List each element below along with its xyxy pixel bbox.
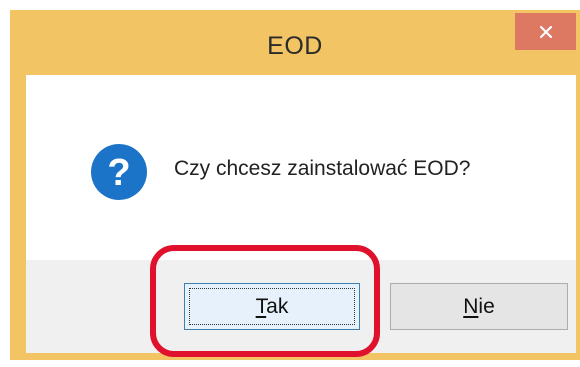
no-button[interactable]: Nie [390, 283, 568, 330]
svg-text:?: ? [107, 152, 130, 194]
yes-label-rest: ak [266, 294, 289, 318]
close-icon [539, 25, 552, 38]
no-label-rest: ie [478, 294, 495, 318]
title-bar[interactable]: EOD [10, 10, 580, 70]
no-accelerator-key: N [463, 294, 479, 318]
screenshot-canvas: EOD ? Czy chcesz zainstalować EOD? Tak N… [0, 0, 580, 367]
close-button[interactable] [515, 13, 576, 50]
message-area: ? Czy chcesz zainstalować EOD? [26, 75, 576, 260]
dialog-message: Czy chcesz zainstalować EOD? [174, 157, 471, 180]
yes-button[interactable]: Tak [184, 283, 360, 330]
window-title: EOD [267, 32, 323, 60]
dialog-body: ? Czy chcesz zainstalować EOD? Tak Nie [26, 75, 576, 353]
no-button-label: Nie [463, 295, 495, 319]
question-icon: ? [91, 144, 147, 200]
button-bar: Tak Nie [26, 260, 576, 353]
yes-button-label: Tak [256, 295, 289, 319]
message-dialog: EOD ? Czy chcesz zainstalować EOD? Tak N… [10, 10, 580, 360]
yes-accelerator-key: T [255, 294, 267, 318]
